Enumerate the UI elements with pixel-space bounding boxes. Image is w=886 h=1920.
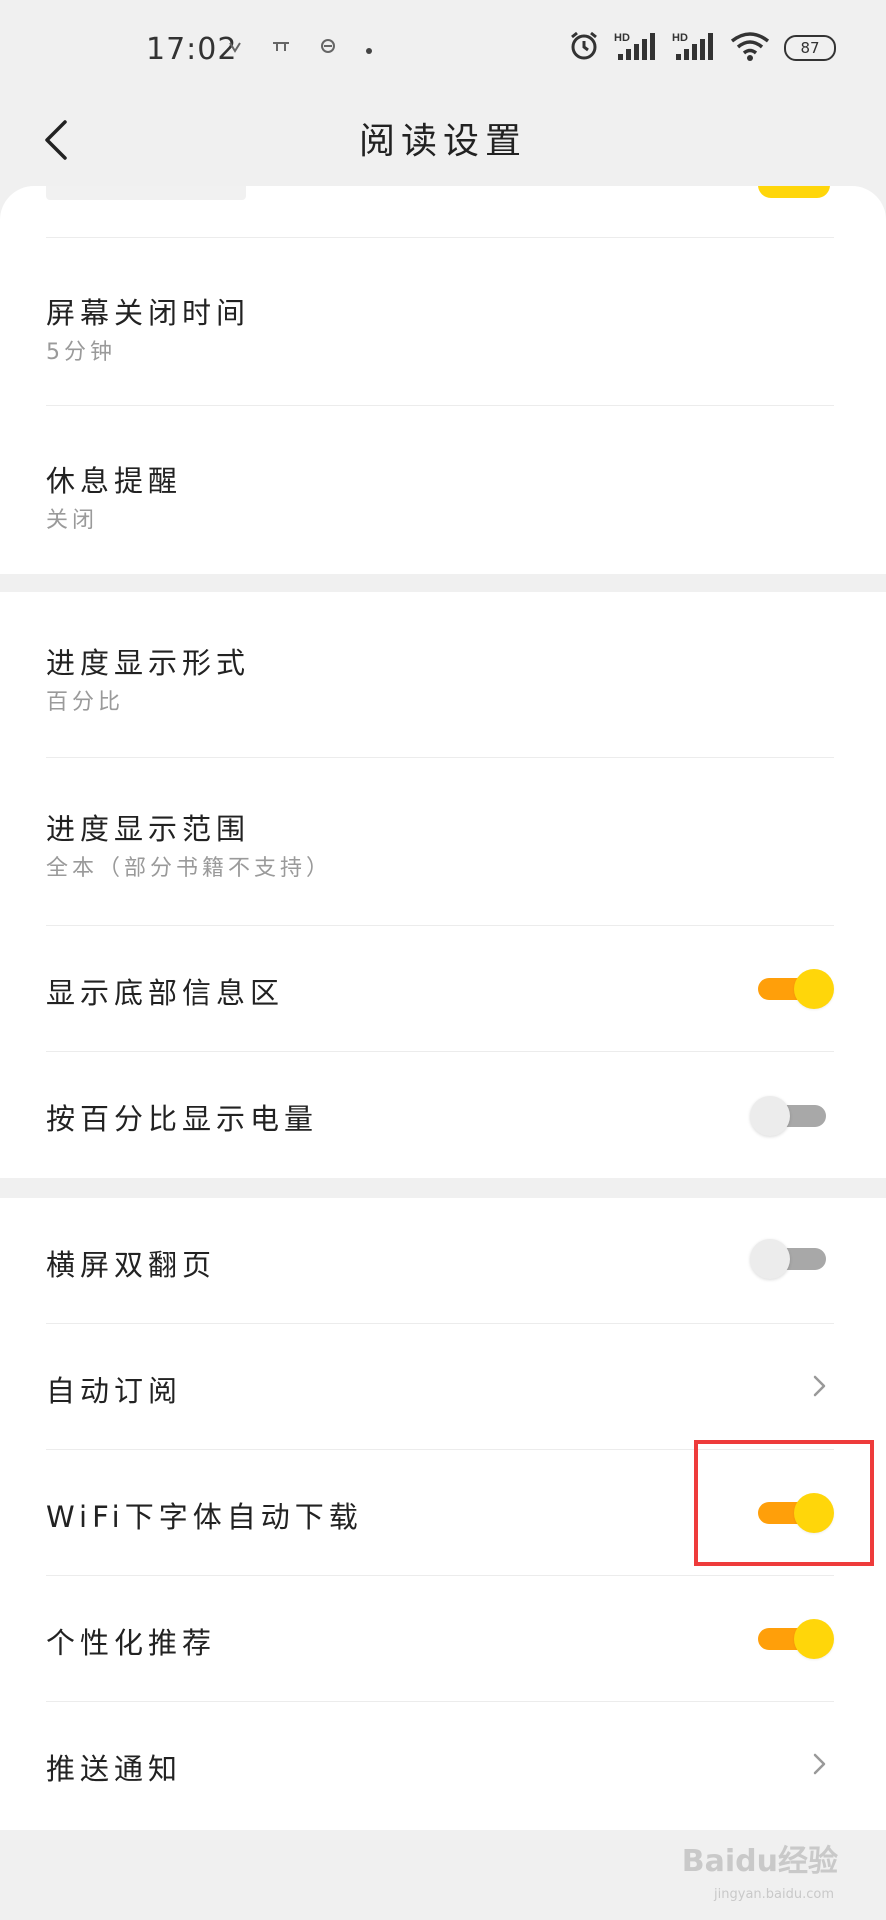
settings-row-progress-range[interactable]: 进度显示范围 全本（部分书籍不支持） — [46, 758, 834, 926]
row-subtitle: 全本（部分书籍不支持） — [46, 856, 333, 881]
notification-icon — [228, 39, 242, 58]
settings-row-show-bottom-info[interactable]: 显示底部信息区 — [46, 926, 834, 1052]
row-subtitle: 5分钟 — [46, 340, 116, 365]
cropped-row-label — [46, 186, 246, 200]
row-title: 个性化推荐 — [46, 1626, 217, 1660]
app-header: 阅读设置 — [0, 100, 886, 188]
settings-section-2: 进度显示形式 百分比 进度显示范围 全本（部分书籍不支持） 显示底部信息区 按百… — [0, 592, 886, 1178]
signal-label: HD — [614, 32, 630, 44]
notification-dot-icon — [366, 39, 372, 58]
settings-row-auto-subscribe[interactable]: 自动订阅 — [46, 1324, 834, 1450]
settings-row-progress-format[interactable]: 进度显示形式 百分比 — [46, 592, 834, 758]
settings-row-push-notification[interactable]: 推送通知 — [46, 1702, 834, 1830]
settings-row-personalized-recommend[interactable]: 个性化推荐 — [46, 1576, 834, 1702]
alarm-icon — [568, 30, 600, 66]
battery-level: 87 — [800, 39, 820, 57]
settings-section-1: 屏幕关闭时间 5分钟 休息提醒 关闭 — [0, 186, 886, 574]
toggle-switch-off[interactable] — [750, 1239, 830, 1279]
row-title: 进度显示形式 — [46, 646, 251, 680]
row-title: 横屏双翻页 — [46, 1248, 217, 1282]
row-subtitle: 关闭 — [46, 508, 99, 533]
annotation-highlight-box — [694, 1440, 874, 1566]
settings-row-partial[interactable] — [46, 186, 834, 238]
toggle-switch-on[interactable] — [754, 969, 834, 1009]
notification-icons — [228, 38, 372, 58]
settings-row-landscape-double-page[interactable]: 横屏双翻页 — [46, 1198, 834, 1324]
row-title: 按百分比显示电量 — [46, 1102, 319, 1136]
row-title: 休息提醒 — [46, 464, 183, 498]
chevron-right-icon — [813, 1375, 826, 1397]
row-title: 自动订阅 — [46, 1374, 183, 1408]
status-time: 17:02 — [146, 32, 238, 67]
row-title: 进度显示范围 — [46, 812, 251, 846]
status-bar: 17:02 HD HD 87 — [0, 0, 886, 100]
watermark: Baidu经验 — [681, 1844, 838, 1879]
toggle-switch-on[interactable] — [754, 1619, 834, 1659]
row-title: 屏幕关闭时间 — [46, 296, 251, 330]
toggle-switch-off[interactable] — [750, 1096, 830, 1136]
signal-label: HD — [672, 32, 688, 44]
row-title: 显示底部信息区 — [46, 976, 285, 1010]
watermark-url: jingyan.baidu.com — [714, 1887, 834, 1902]
page-title: 阅读设置 — [358, 121, 527, 162]
wifi-icon — [730, 31, 770, 65]
signal-icon: HD — [614, 30, 658, 66]
status-right-icons: HD HD 87 — [568, 30, 836, 66]
cropped-toggle[interactable] — [758, 186, 830, 198]
signal-icon: HD — [672, 30, 716, 66]
chevron-right-icon — [813, 1753, 826, 1775]
settings-row-rest-reminder[interactable]: 休息提醒 关闭 — [46, 406, 834, 574]
settings-row-screen-timeout[interactable]: 屏幕关闭时间 5分钟 — [46, 238, 834, 406]
row-subtitle: 百分比 — [46, 690, 125, 715]
row-title: 推送通知 — [46, 1752, 183, 1786]
battery-icon: 87 — [784, 35, 836, 61]
row-title: WiFi下字体自动下载 — [46, 1500, 363, 1534]
notification-icon — [320, 38, 336, 58]
notification-icon — [272, 39, 290, 58]
settings-row-battery-percent[interactable]: 按百分比显示电量 — [46, 1052, 834, 1178]
